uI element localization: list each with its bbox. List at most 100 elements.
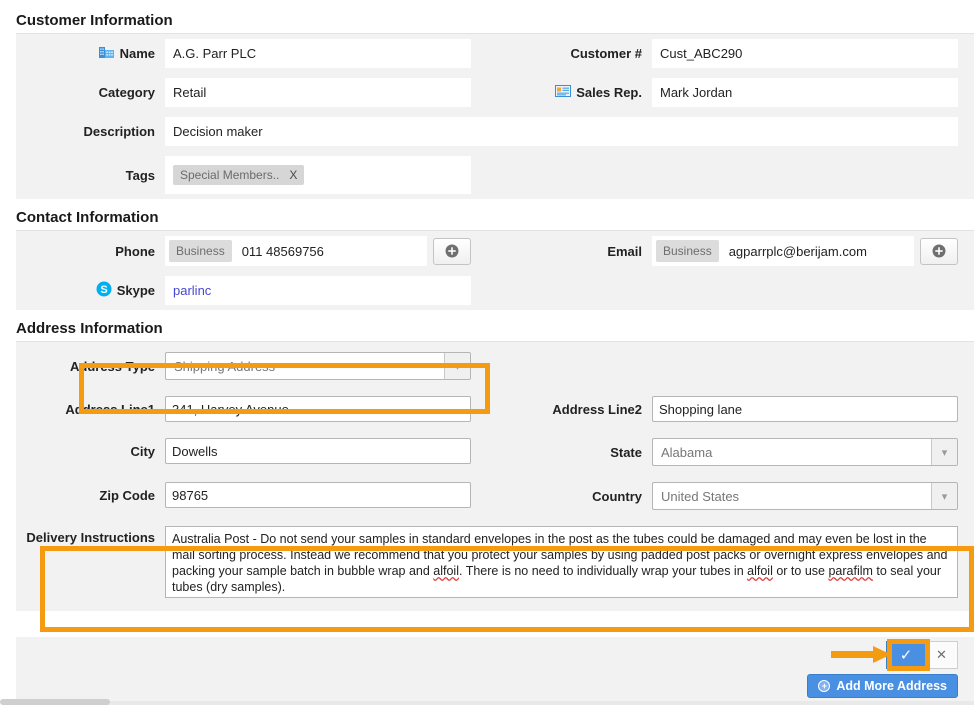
field-address-line1: Address Line1 341, Harvey Avenue bbox=[0, 391, 487, 427]
field-phone: Phone Business 011 48569756 bbox=[0, 231, 487, 271]
contact-information-section: Contact Information Phone Business 011 4… bbox=[0, 199, 974, 310]
city-input[interactable]: Dowells bbox=[165, 438, 471, 464]
phone-label: Phone bbox=[115, 243, 155, 259]
name-label: Name bbox=[119, 46, 155, 61]
tags-spacer bbox=[487, 151, 974, 161]
contact-information-fields: Phone Business 011 48569756 Email Busine… bbox=[0, 230, 974, 310]
state-value: Alabama bbox=[661, 444, 713, 460]
tags-label: Tags bbox=[125, 167, 155, 183]
delivery-misspelling-alfoil-1: alfoil bbox=[433, 564, 459, 578]
email-label: Email bbox=[607, 243, 642, 259]
delivery-misspelling-alfoil-2: alfoil bbox=[747, 564, 773, 578]
field-address-type: Address Type Shipping Address ▾ bbox=[0, 347, 487, 385]
email-type-badge[interactable]: Business bbox=[656, 240, 719, 262]
field-name: Name A.G. Parr PLC bbox=[0, 34, 487, 73]
skype-handle[interactable]: parlinc bbox=[173, 283, 211, 298]
country-select[interactable]: United States ▾ bbox=[652, 482, 958, 510]
contact-card-icon bbox=[555, 85, 572, 100]
country-value: United States bbox=[661, 488, 740, 504]
address-information-section: Address Information Address Type Shippin… bbox=[0, 310, 974, 611]
address-line2-label: Address Line2 bbox=[552, 401, 642, 417]
horizontal-scrollbar-thumb[interactable] bbox=[0, 699, 110, 705]
city-label: City bbox=[130, 443, 155, 459]
chevron-down-icon[interactable]: ▾ bbox=[931, 483, 957, 509]
add-more-address-button[interactable]: + Add More Address bbox=[807, 674, 958, 698]
email-address[interactable]: agparrplc@berijam.com bbox=[729, 244, 867, 259]
field-skype: S Skype parlinc bbox=[0, 271, 487, 310]
add-more-address-label: Add More Address bbox=[836, 679, 947, 693]
address-line1-label: Address Line1 bbox=[65, 401, 155, 417]
skype-icon: S bbox=[96, 281, 112, 300]
field-zip: Zip Code 98765 bbox=[0, 477, 487, 513]
field-category: Category Retail bbox=[0, 73, 487, 112]
delivery-text-part3: or to use bbox=[772, 564, 829, 578]
delivery-misspelling-parafilm: parafilm bbox=[828, 564, 873, 578]
customer-information-title: Customer Information bbox=[16, 12, 173, 29]
customer-row-description: Description Decision maker bbox=[0, 112, 974, 151]
tag-chip-label: Special Members.. bbox=[180, 168, 280, 182]
skype-label-group: S Skype bbox=[0, 281, 165, 300]
field-sales-rep: Sales Rep. Mark Jordan bbox=[487, 73, 974, 112]
cancel-address-button[interactable]: ✕ bbox=[926, 641, 958, 669]
address-type-spacer bbox=[487, 347, 974, 357]
name-label-group: Name bbox=[0, 45, 165, 62]
sales-rep-label: Sales Rep. bbox=[576, 85, 642, 100]
add-phone-button[interactable] bbox=[433, 237, 471, 265]
address-line2-input[interactable]: Shopping lane bbox=[652, 396, 958, 422]
customer-row-category: Category Retail Sales Rep. Mark Jordan bbox=[0, 73, 974, 112]
field-delivery-instructions: Delivery Instructions Australia Post - D… bbox=[0, 521, 974, 603]
customer-number-value[interactable]: Cust_ABC290 bbox=[652, 39, 958, 68]
skype-value[interactable]: parlinc bbox=[165, 276, 471, 305]
field-state: State Alabama ▾ bbox=[487, 433, 974, 471]
plus-circle-icon bbox=[445, 244, 459, 258]
customer-number-label: Customer # bbox=[570, 46, 642, 61]
sales-rep-value[interactable]: Mark Jordan bbox=[652, 78, 958, 107]
zip-code-label: Zip Code bbox=[99, 487, 155, 503]
customer-detail-page: Customer Information Name A.G. Parr PLC … bbox=[0, 0, 974, 705]
address-line1-input[interactable]: 341, Harvey Avenue bbox=[165, 396, 471, 422]
field-address-line2: Address Line2 Shopping lane bbox=[487, 391, 974, 427]
building-icon bbox=[98, 45, 115, 62]
field-description: Description Decision maker bbox=[0, 112, 974, 151]
field-email: Email Business agparrplc@berijam.com bbox=[487, 231, 974, 271]
category-label: Category bbox=[98, 85, 155, 100]
field-country: Country United States ▾ bbox=[487, 477, 974, 515]
tag-remove-icon[interactable]: X bbox=[289, 168, 297, 182]
delivery-text-part2: . There is no need to individually wrap … bbox=[459, 564, 748, 578]
customer-information-fields: Name A.G. Parr PLC Customer # Cust_ABC29… bbox=[0, 33, 974, 199]
pointer-arrow-icon bbox=[831, 646, 891, 663]
add-email-button[interactable] bbox=[920, 237, 958, 265]
zip-code-input[interactable]: 98765 bbox=[165, 482, 471, 508]
email-value-wrap[interactable]: Business agparrplc@berijam.com bbox=[652, 236, 914, 266]
field-tags: Tags Special Members.. X bbox=[0, 151, 487, 199]
delivery-instructions-textarea[interactable]: Australia Post - Do not send your sample… bbox=[165, 526, 958, 598]
field-customer-number: Customer # Cust_ABC290 bbox=[487, 34, 974, 73]
address-information-title: Address Information bbox=[16, 320, 163, 337]
contact-information-title: Contact Information bbox=[16, 209, 159, 226]
plus-icon: + bbox=[818, 680, 831, 692]
skype-label: Skype bbox=[116, 283, 155, 298]
address-row-zip-country: Zip Code 98765 Country United States ▾ bbox=[0, 471, 974, 515]
tag-chip[interactable]: Special Members.. X bbox=[173, 165, 305, 185]
phone-type-badge[interactable]: Business bbox=[169, 240, 232, 262]
field-city: City Dowells bbox=[0, 433, 487, 469]
name-value[interactable]: A.G. Parr PLC bbox=[165, 39, 471, 68]
address-action-buttons: ✓ ✕ bbox=[886, 641, 958, 669]
category-value[interactable]: Retail bbox=[165, 78, 471, 107]
phone-number[interactable]: 011 48569756 bbox=[242, 244, 324, 259]
phone-value-wrap[interactable]: Business 011 48569756 bbox=[165, 236, 427, 266]
contact-row-skype: S Skype parlinc bbox=[0, 271, 974, 310]
address-information-fields: Address Type Shipping Address ▾ Address … bbox=[0, 341, 974, 611]
address-type-select[interactable]: Shipping Address ▾ bbox=[165, 352, 471, 380]
chevron-down-icon[interactable]: ▾ bbox=[444, 353, 470, 379]
customer-row-name: Name A.G. Parr PLC Customer # Cust_ABC29… bbox=[0, 34, 974, 73]
chevron-down-icon[interactable]: ▾ bbox=[931, 439, 957, 465]
address-row-city-state: City Dowells State Alabama ▾ bbox=[0, 427, 974, 471]
description-value[interactable]: Decision maker bbox=[165, 117, 958, 146]
tags-value[interactable]: Special Members.. X bbox=[165, 156, 471, 194]
address-type-label: Address Type bbox=[69, 358, 155, 374]
delivery-instructions-label: Delivery Instructions bbox=[26, 530, 155, 545]
customer-row-tags: Tags Special Members.. X bbox=[0, 151, 974, 199]
state-select[interactable]: Alabama ▾ bbox=[652, 438, 958, 466]
address-row-line1-line2: Address Line1 341, Harvey Avenue Address… bbox=[0, 385, 974, 427]
